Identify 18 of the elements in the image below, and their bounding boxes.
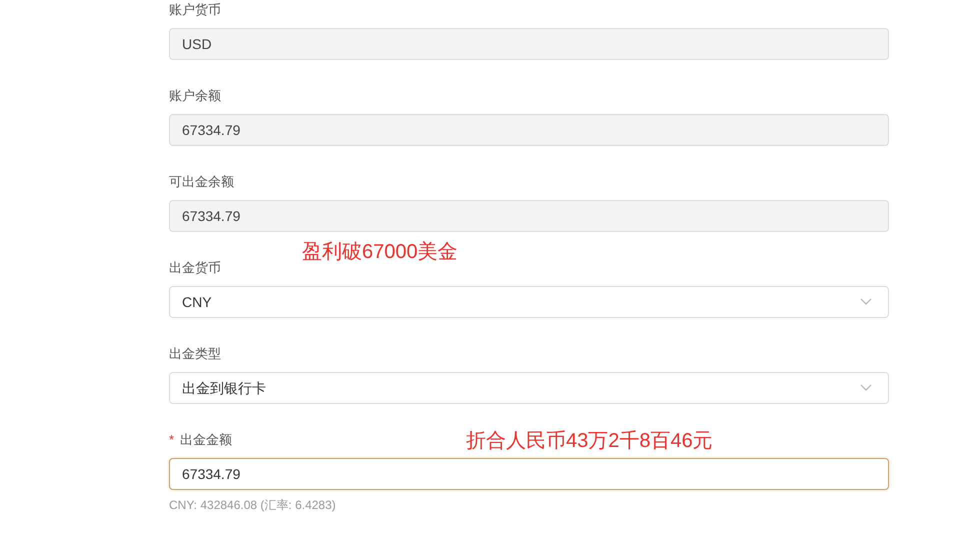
conversion-hint: CNY: 432846.08 (汇率: 6.4283) (169, 498, 337, 512)
field-label: 出金类型 (169, 345, 221, 364)
select-field[interactable]: 出金到银行卡 (169, 372, 889, 404)
readonly-field: 67334.79 (169, 114, 889, 146)
input-field[interactable]: 67334.79 (169, 458, 889, 490)
required-mark: * (169, 431, 174, 450)
readonly-field: 67334.79 (169, 200, 889, 232)
field-label: 账户货币 (169, 1, 221, 20)
annotation-text: 折合人民币43万2千8百46元 (466, 429, 713, 454)
field-label: 账户余额 (169, 87, 221, 106)
readonly-field: USD (169, 28, 889, 60)
field-label: 可出金余额 (169, 173, 234, 192)
chevron-down-icon (860, 384, 872, 392)
field-label: 出金金额 (180, 431, 232, 450)
annotation-text: 盈利破67000美金 (302, 240, 458, 265)
chevron-down-icon (860, 298, 872, 306)
field-label: 出金货币 (169, 259, 221, 278)
select-field[interactable]: CNY (169, 286, 889, 318)
